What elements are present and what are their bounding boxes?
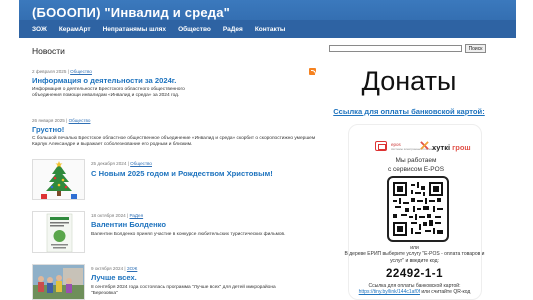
qr-code-icon: [393, 182, 443, 236]
epos-logo-icon: [375, 141, 387, 151]
donate-title: Донаты: [361, 66, 457, 96]
post-item: 26 января 2025 | Общество Грустно! С бол…: [32, 118, 322, 149]
nav-item-kontakty[interactable]: Контакты: [255, 26, 286, 33]
post-meta: 9 октября 2024 | ЗОЖ: [91, 266, 321, 271]
post-title[interactable]: С Новым 2025 годом и Рождеством Христовы…: [91, 169, 321, 178]
post-meta: 25 декабря 2024 | Общество: [91, 161, 321, 166]
nav-item-nepratanyamy-shlyakh[interactable]: Непратанямы шлях: [103, 26, 166, 33]
search-input[interactable]: [329, 45, 462, 52]
post-excerpt: С большой печалью Брестское областное об…: [32, 136, 316, 148]
main-nav: ЗОЖ КерамАрт Непратанямы шлях Общество Р…: [19, 20, 516, 38]
post-title[interactable]: Информация о деятельности за 2024г.: [32, 76, 317, 85]
post-meta: 18 октября 2024 | РаДея: [91, 213, 321, 218]
post-date: 26 января 2025 |: [32, 118, 69, 123]
post-category-link[interactable]: Общество: [130, 161, 152, 166]
post-thumbnail-tree[interactable]: [32, 159, 85, 200]
christmas-tree-icon: [33, 160, 84, 199]
erip-instructions: или В дереве ЕРИП выберите услугу "E-POS…: [343, 245, 486, 264]
qr-code[interactable]: [387, 176, 449, 242]
post-category-link[interactable]: ЗОЖ: [127, 266, 137, 271]
post-category-link[interactable]: Общество: [70, 69, 92, 74]
site-header: (БОООПИ) "Инвалид и среда" ЗОЖ КерамАрт …: [19, 0, 516, 38]
service-line-1: Мы работаем: [395, 157, 437, 164]
post-meta: 26 января 2025 | Общество: [32, 118, 322, 123]
post-title[interactable]: Лучше всех.: [91, 273, 321, 282]
search-button[interactable]: Поиск: [465, 44, 486, 53]
post-category-link[interactable]: РаДея: [129, 213, 143, 218]
post-item: 2 февраля 2025 | Общество Информация о д…: [32, 69, 317, 100]
erip-code: 22492-1-1: [386, 268, 443, 280]
post-excerpt: 8 сентября 2024 года состоялась программ…: [91, 285, 276, 297]
nav-item-zozh[interactable]: ЗОЖ: [32, 26, 47, 33]
bank-card-payment-link[interactable]: Ссылка для оплаты банковской картой:: [324, 107, 494, 116]
hutki-label-part2: грош: [450, 143, 471, 152]
nav-item-obshchestvo[interactable]: Общество: [178, 26, 211, 33]
post-date: 25 декабря 2024 |: [91, 161, 131, 166]
hutki-grosh-label: хуткі грош: [432, 143, 471, 152]
hutki-label-part1: хуткі: [432, 143, 451, 152]
hutki-grosh-logo-icon: [420, 141, 429, 150]
section-title: Новости: [32, 46, 65, 56]
nav-item-keramart[interactable]: КерамАрт: [59, 26, 91, 33]
card-payment-link-line: https://tiny.by/link/144c1af0f или счита…: [343, 289, 486, 295]
group-photo-image: [33, 265, 84, 299]
post-date: 9 октября 2024 |: [91, 266, 127, 271]
card-payment-url[interactable]: https://tiny.by/link/144c1af0f: [359, 289, 420, 295]
post-category-link[interactable]: Общество: [69, 118, 91, 123]
erip-text: В дереве ЕРИП выберите услугу "E-POS - о…: [344, 251, 485, 264]
post-item: 9 октября 2024 | ЗОЖ Лучше всех. 8 сентя…: [91, 266, 321, 298]
post-item: 25 декабря 2024 | Общество С Новым 2025 …: [91, 161, 321, 178]
post-item: 18 октября 2024 | РаДея Валентин Болденк…: [91, 213, 321, 238]
service-text: Мы работаем с сервисом E-POS: [349, 157, 483, 174]
post-excerpt: Информация о деятельности Брестского обл…: [32, 87, 185, 99]
epos-sub-label: системы электронных платежей: [391, 147, 436, 151]
post-thumbnail-poster[interactable]: [32, 211, 85, 253]
poster-image: [33, 212, 84, 252]
post-date: 2 февраля 2025 |: [32, 69, 71, 74]
post-thumbnail-photo[interactable]: [32, 264, 85, 300]
qr-hint: или считайте QR-код: [420, 289, 471, 296]
card-payment-text: Ссылка для оплаты банковской картой: htt…: [343, 283, 486, 296]
post-title[interactable]: Валентин Болденко: [91, 220, 321, 229]
service-line-2: с сервисом E-POS: [387, 165, 445, 173]
page: (БОООПИ) "Инвалид и среда" ЗОЖ КерамАрт …: [19, 0, 516, 300]
post-title[interactable]: Грустно!: [32, 125, 322, 134]
nav-item-radeya[interactable]: РаДея: [223, 26, 243, 33]
site-title[interactable]: (БОООПИ) "Инвалид и среда": [32, 5, 230, 20]
post-meta: 2 февраля 2025 | Общество: [32, 69, 317, 74]
post-excerpt: Валентин Болденко принял участие в конку…: [91, 232, 286, 237]
post-date: 18 октября 2024 |: [91, 213, 130, 218]
